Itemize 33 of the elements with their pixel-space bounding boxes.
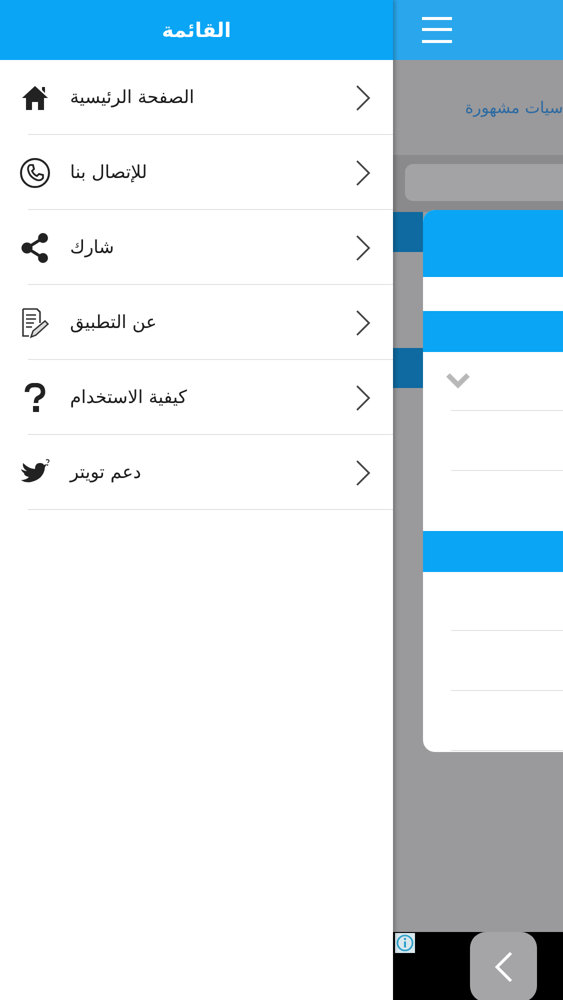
chevron-right-icon xyxy=(355,308,371,336)
share-icon xyxy=(21,232,49,264)
menu-label: للإتصال بنا xyxy=(70,161,148,185)
chevron-right-icon xyxy=(355,158,371,186)
chevron-down-icon[interactable] xyxy=(445,372,471,390)
menu-item[interactable]: الصفحة الرئيسية xyxy=(0,60,393,135)
drawer-title: القائمة xyxy=(162,17,232,44)
phone-icon xyxy=(19,156,51,188)
menu-label: الصفحة الرئيسية xyxy=(70,86,194,110)
chevron-right-icon xyxy=(355,84,371,112)
menu-label: دعم تويتر xyxy=(70,461,142,485)
menu-item[interactable]: عن التطبيق xyxy=(0,285,393,360)
menu-label: شارك xyxy=(70,236,114,260)
search-field[interactable] xyxy=(405,164,563,201)
home-icon xyxy=(21,84,49,110)
menu-item[interactable]: دعم تويتر xyxy=(0,435,393,510)
menu-label: كيفية الاستخدام xyxy=(70,386,187,410)
chevron-right-icon xyxy=(355,458,371,486)
chevron-right-icon xyxy=(355,234,371,262)
section-bar xyxy=(393,348,423,388)
menu-icon[interactable] xyxy=(421,15,453,45)
page-heading: سيات مشهورة xyxy=(465,96,563,119)
section-bar xyxy=(393,212,423,252)
chevron-right-icon xyxy=(355,384,371,412)
document-pencil-icon xyxy=(21,306,49,338)
info-icon[interactable] xyxy=(395,933,415,953)
back-button[interactable] xyxy=(470,932,537,1000)
question-mark-icon xyxy=(24,382,46,412)
menu-label: عن التطبيق xyxy=(70,311,157,335)
back-icon xyxy=(494,951,514,983)
menu-item[interactable]: كيفية الاستخدام xyxy=(0,360,393,435)
menu-item[interactable]: للإتصال بنا xyxy=(0,135,393,210)
menu-item[interactable]: شارك xyxy=(0,210,393,285)
